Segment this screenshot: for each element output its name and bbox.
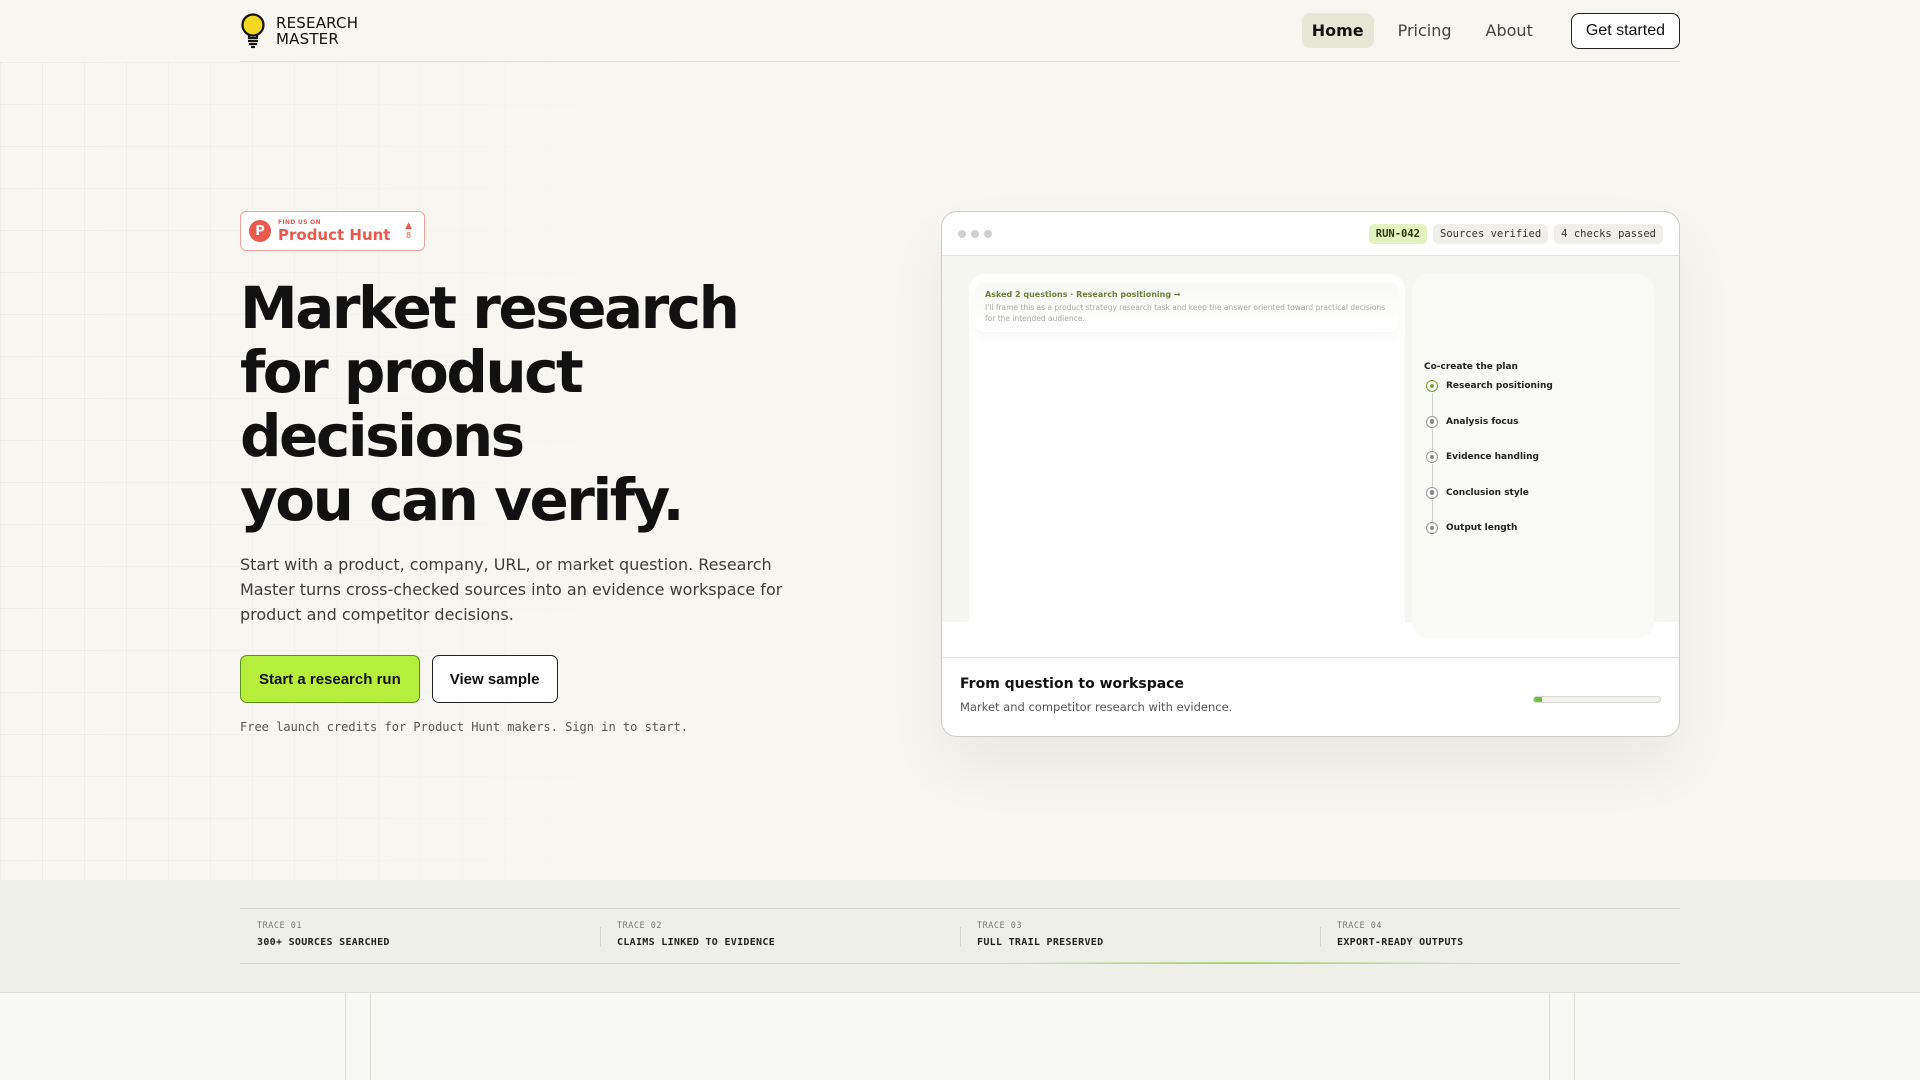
trace-number: TRACE 01 xyxy=(257,921,302,931)
logo[interactable]: RESEARCH MASTER xyxy=(240,12,358,49)
plan-panel: Co-create the plan Research positioning … xyxy=(1412,274,1654,638)
product-hunt-votes: ▲ 8 xyxy=(405,221,412,241)
plan-steps: Research positioning Analysis focus Evid… xyxy=(1426,380,1553,558)
product-hunt-badge[interactable]: P FIND US ON Product Hunt ▲ 8 xyxy=(240,211,425,251)
product-hunt-logo-icon: P xyxy=(249,220,271,242)
window-dot-icon xyxy=(971,229,979,238)
plan-step-label: Conclusion style xyxy=(1446,487,1529,498)
plan-step[interactable]: Evidence handling xyxy=(1426,451,1553,487)
logo-line-1: RESEARCH xyxy=(276,13,359,32)
trace-number: TRACE 02 xyxy=(617,921,662,931)
section-divider xyxy=(1549,993,1550,1080)
launch-credits-note: Free launch credits for Product Hunt mak… xyxy=(240,720,688,734)
plan-step[interactable]: Analysis focus xyxy=(1426,415,1553,451)
trace-item: TRACE 01 300+ SOURCES SEARCHED xyxy=(240,909,600,963)
trace-label: CLAIMS LINKED TO EVIDENCE xyxy=(617,937,776,948)
hero-description: Start with a product, company, URL, or m… xyxy=(240,555,783,624)
logo-text: RESEARCH MASTER xyxy=(276,15,358,47)
window-dots xyxy=(958,229,992,238)
preview-footer: From question to workspace Market and co… xyxy=(942,657,1679,736)
preview-body: Asked 2 questions · Research positioning… xyxy=(942,256,1679,638)
plan-step-label: Research positioning xyxy=(1446,381,1553,391)
checks-passed-tag: 4 checks passed xyxy=(1554,223,1663,244)
trace-number: TRACE 03 xyxy=(977,921,1022,931)
plan-step[interactable]: Conclusion style xyxy=(1426,486,1553,522)
nav-home[interactable]: Home xyxy=(1301,13,1374,48)
window-dot-icon xyxy=(958,229,966,238)
sources-verified-tag: Sources verified xyxy=(1433,223,1549,244)
trace-label: 300+ SOURCES SEARCHED xyxy=(257,937,390,948)
section-divider xyxy=(1574,993,1575,1080)
trace-row: TRACE 01 300+ SOURCES SEARCHED TRACE 02 … xyxy=(240,908,1680,964)
preview-footer-title: From question to workspace xyxy=(960,676,1184,692)
plan-step-label: Analysis focus xyxy=(1446,416,1519,427)
step-radio-icon xyxy=(1426,486,1438,499)
hero-title-line-2: for product xyxy=(240,338,584,406)
preview-progress-bar xyxy=(1533,696,1661,703)
trace-highlight-line xyxy=(1000,962,1480,964)
window-dot-icon xyxy=(984,229,992,238)
hero-title-line-1: Market research xyxy=(240,274,740,342)
hero-title: Market research for product decisions yo… xyxy=(240,276,860,532)
start-research-run-button[interactable]: Start a research run xyxy=(240,655,420,703)
chat-panel: Asked 2 questions · Research positioning… xyxy=(969,274,1405,638)
hero-title-line-4: you can verify. xyxy=(240,466,685,534)
main-nav: Home Pricing About Get started xyxy=(1301,12,1680,49)
chat-message-text: I'll frame this as a product strategy re… xyxy=(985,303,1386,323)
section-divider xyxy=(370,993,371,1080)
preview-tags: RUN-042 Sources verified 4 checks passed xyxy=(1368,223,1663,244)
plan-step[interactable]: Output length xyxy=(1426,522,1553,558)
step-radio-icon xyxy=(1426,415,1438,428)
trace-item: TRACE 04 EXPORT-READY OUTPUTS xyxy=(1320,909,1680,963)
step-radio-icon xyxy=(1426,451,1438,463)
product-hunt-name: Product Hunt xyxy=(278,225,391,244)
workspace-preview: RUN-042 Sources verified 4 checks passed… xyxy=(941,211,1680,737)
plan-title: Co-create the plan xyxy=(1424,362,1518,372)
hero-cta-row: Start a research run View sample xyxy=(240,655,558,703)
plan-step-label: Output length xyxy=(1446,523,1518,533)
trace-number: TRACE 04 xyxy=(1337,921,1382,931)
plan-step-label: Evidence handling xyxy=(1446,452,1539,462)
plan-step[interactable]: Research positioning xyxy=(1426,380,1553,416)
trace-label: EXPORT-READY OUTPUTS xyxy=(1337,937,1464,948)
preview-progress-fill xyxy=(1534,697,1542,702)
product-hunt-vote-count: 8 xyxy=(405,230,412,240)
nav-pricing[interactable]: Pricing xyxy=(1388,13,1462,48)
get-started-button[interactable]: Get started xyxy=(1570,12,1680,49)
trace-item: TRACE 02 CLAIMS LINKED TO EVIDENCE xyxy=(600,909,960,963)
chat-message-title: Asked 2 questions · Research positioning… xyxy=(985,290,1181,299)
site-header: RESEARCH MASTER Home Pricing About Get s… xyxy=(240,0,1680,62)
logo-line-2: MASTER xyxy=(276,29,339,48)
preview-toolbar: RUN-042 Sources verified 4 checks passed xyxy=(942,212,1679,256)
trace-item: TRACE 03 FULL TRAIL PRESERVED xyxy=(960,909,1320,963)
hero-title-line-3: decisions xyxy=(240,402,525,470)
trace-label: FULL TRAIL PRESERVED xyxy=(977,937,1104,948)
nav-about[interactable]: About xyxy=(1476,13,1543,48)
view-sample-button[interactable]: View sample xyxy=(431,655,558,703)
step-radio-icon xyxy=(1426,380,1438,392)
product-hunt-small-label: FIND US ON xyxy=(278,218,321,226)
section-divider xyxy=(345,993,346,1080)
chat-message: Asked 2 questions · Research positioning… xyxy=(975,282,1399,332)
product-hunt-text: FIND US ON Product Hunt xyxy=(278,218,391,244)
run-id-tag: RUN-042 xyxy=(1368,223,1428,244)
lightbulb-icon xyxy=(241,12,265,48)
next-section xyxy=(0,992,1920,1080)
step-radio-icon xyxy=(1426,522,1438,534)
